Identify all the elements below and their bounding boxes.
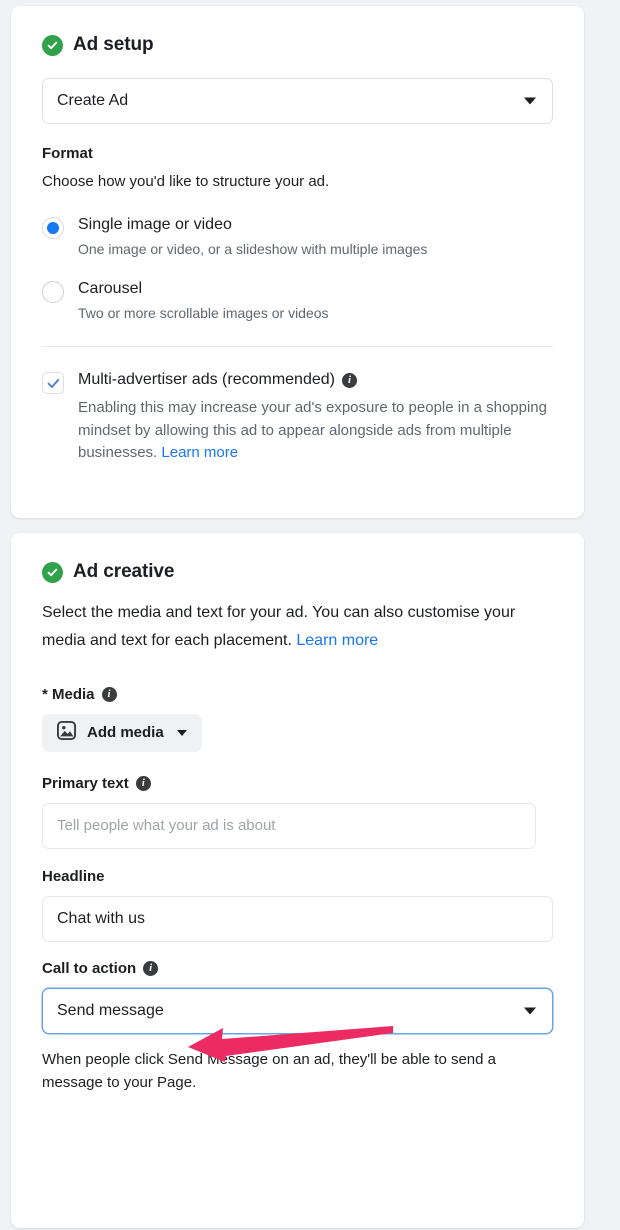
ad-setup-title: Ad setup bbox=[73, 34, 154, 55]
media-label-row: * Media i bbox=[42, 686, 553, 703]
info-icon[interactable]: i bbox=[101, 686, 117, 702]
format-option-title: Single image or video bbox=[78, 216, 232, 234]
chevron-down-icon bbox=[524, 1007, 536, 1015]
format-option-description: Two or more scrollable images or videos bbox=[78, 304, 329, 321]
call-to-action-label-row: Call to action i bbox=[42, 960, 553, 977]
chevron-down-icon bbox=[176, 729, 187, 736]
page-gutter bbox=[593, 0, 620, 1230]
primary-text-placeholder: Tell people what your ad is about bbox=[57, 817, 276, 835]
primary-text-input[interactable]: Tell people what your ad is about bbox=[42, 802, 536, 849]
create-ad-select[interactable]: Create Ad bbox=[42, 78, 553, 124]
ad-creative-learn-more-link[interactable]: Learn more bbox=[296, 632, 378, 649]
create-ad-select-value: Create Ad bbox=[57, 92, 129, 109]
format-label: Format bbox=[42, 145, 93, 162]
add-media-label: Add media bbox=[87, 724, 164, 742]
multi-advertiser-label-row: Multi-advertiser ads (recommended) i bbox=[78, 371, 553, 389]
call-to-action-value: Send message bbox=[57, 1001, 164, 1019]
radio-carousel[interactable] bbox=[42, 280, 64, 303]
format-option-title: Carousel bbox=[78, 279, 143, 297]
ad-creative-description: Select the media and text for your ad. Y… bbox=[42, 604, 516, 650]
format-option-single-image-or-video[interactable]: Single image or video One image or video… bbox=[42, 215, 553, 258]
headline-input[interactable]: Chat with us bbox=[42, 895, 553, 942]
multi-advertiser-label: Multi-advertiser ads (recommended) bbox=[78, 371, 335, 389]
green-check-circle-icon bbox=[42, 34, 63, 56]
headline-label-row: Headline bbox=[42, 868, 553, 885]
ad-creative-card: Ad creative Select the media and text fo… bbox=[11, 533, 584, 1228]
multi-advertiser-ads-row[interactable]: Multi-advertiser ads (recommended) i Ena… bbox=[42, 371, 553, 465]
headline-label: Headline bbox=[42, 867, 105, 885]
headline-value: Chat with us bbox=[57, 909, 146, 927]
call-to-action-helper-text: When people click Send Message on an ad,… bbox=[42, 1050, 496, 1092]
format-option-carousel[interactable]: Carousel Two or more scrollable images o… bbox=[42, 279, 553, 322]
radio-single-image-or-video[interactable] bbox=[42, 217, 64, 240]
multi-advertiser-description: Enabling this may increase your ad's exp… bbox=[78, 399, 547, 462]
multi-advertiser-learn-more-link[interactable]: Learn more bbox=[161, 444, 238, 461]
image-icon bbox=[57, 721, 76, 744]
ad-setup-header: Ad setup bbox=[42, 6, 553, 56]
ad-creative-title: Ad creative bbox=[73, 561, 175, 582]
add-media-button[interactable]: Add media bbox=[42, 713, 202, 752]
ad-setup-card: Ad setup Create Ad Format Choose how you… bbox=[11, 6, 584, 518]
format-option-description: One image or video, or a slideshow with … bbox=[78, 241, 428, 258]
primary-text-label-row: Primary text i bbox=[42, 775, 553, 792]
call-to-action-select[interactable]: Send message bbox=[42, 987, 553, 1034]
call-to-action-label: Call to action bbox=[42, 959, 137, 977]
format-description: Choose how you'd like to structure your … bbox=[42, 173, 330, 190]
checkmark-icon bbox=[47, 378, 59, 388]
primary-text-label: Primary text bbox=[42, 774, 129, 792]
info-icon[interactable]: i bbox=[143, 960, 159, 976]
green-check-circle-icon bbox=[42, 561, 63, 583]
chevron-down-icon bbox=[524, 97, 536, 105]
info-icon[interactable]: i bbox=[135, 775, 151, 791]
checkbox-multi-advertiser-ads[interactable] bbox=[42, 372, 64, 395]
media-label: * Media bbox=[42, 685, 95, 703]
ad-creative-header: Ad creative bbox=[42, 533, 553, 583]
info-icon[interactable]: i bbox=[341, 372, 357, 388]
screen: Ad setup Create Ad Format Choose how you… bbox=[0, 0, 620, 1230]
